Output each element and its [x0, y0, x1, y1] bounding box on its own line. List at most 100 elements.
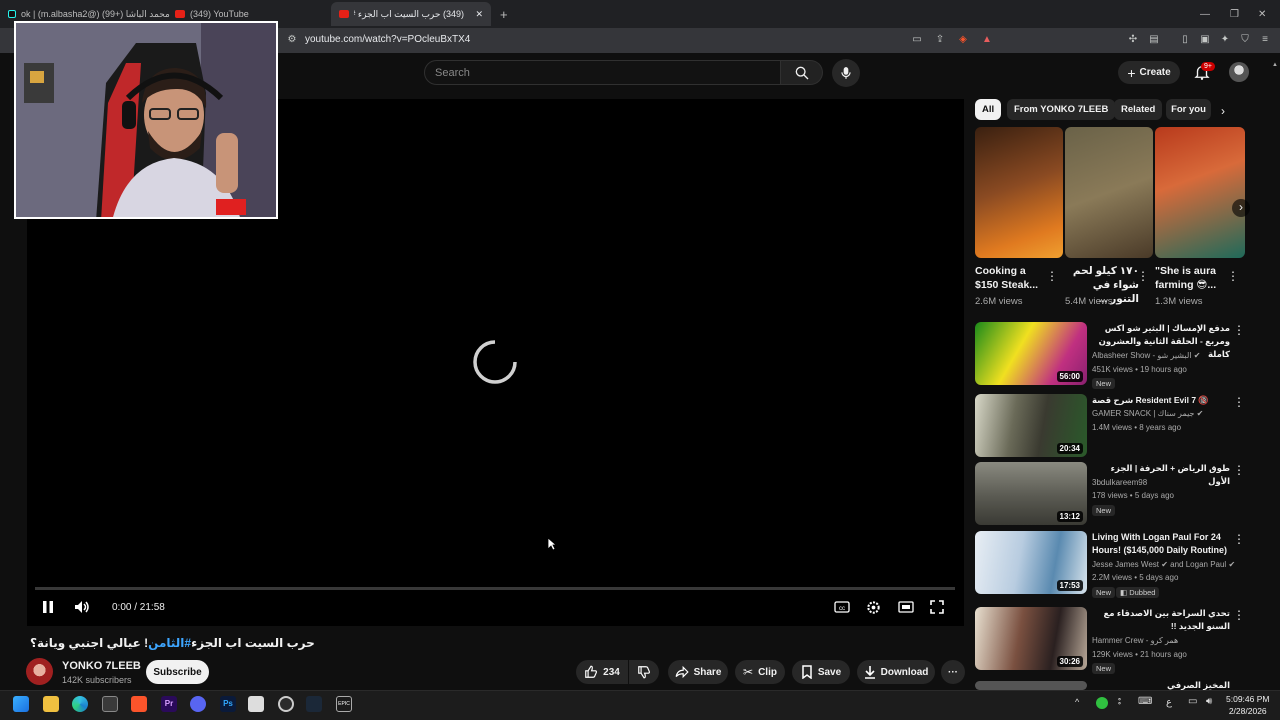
- store-icon[interactable]: [102, 696, 118, 712]
- video-channel[interactable]: Hammer Crew - همر كرو: [1092, 636, 1178, 645]
- video-title[interactable]: تحدي السراحة بين الاصدقاء مع السنو الجدي…: [1092, 607, 1230, 633]
- reader-icon[interactable]: ▤: [1148, 34, 1160, 46]
- page-scrollbar[interactable]: ▲: [1270, 60, 1278, 690]
- share-page-icon[interactable]: ⇪: [934, 34, 946, 46]
- video-menu-icon[interactable]: ⋮: [1233, 464, 1245, 476]
- search-input[interactable]: Search: [424, 60, 781, 85]
- create-button[interactable]: + Create: [1118, 61, 1180, 84]
- shorts-next-arrow-icon[interactable]: ›: [1232, 199, 1250, 217]
- settings-button[interactable]: [866, 600, 882, 614]
- video-title[interactable]: Living With Logan Paul For 24 Hours! ($1…: [1092, 531, 1230, 557]
- tray-mic-icon[interactable]: ⦂: [1118, 696, 1121, 707]
- short-menu-icon[interactable]: ⋮: [1137, 270, 1149, 282]
- short-title[interactable]: Cooking a $150 Steak...: [975, 264, 1049, 292]
- epic-games-icon[interactable]: EPIC: [336, 696, 352, 712]
- brave-icon[interactable]: [131, 696, 147, 712]
- channel-avatar[interactable]: [26, 658, 53, 685]
- video-thumbnail[interactable]: 17:53: [975, 531, 1087, 594]
- edge-icon[interactable]: [72, 696, 88, 712]
- progress-bar[interactable]: [35, 587, 955, 590]
- subtitles-button[interactable]: cc: [834, 600, 850, 614]
- video-thumbnail[interactable]: [975, 681, 1087, 690]
- obs-icon[interactable]: [278, 696, 294, 712]
- save-button[interactable]: Save: [792, 660, 850, 684]
- channel-name[interactable]: YONKO 7LEEB: [62, 660, 141, 672]
- chip-all[interactable]: All: [975, 99, 1002, 120]
- chip-for-you[interactable]: For you: [1166, 99, 1211, 120]
- video-menu-icon[interactable]: ⋮: [1233, 324, 1245, 336]
- photoshop-icon[interactable]: Ps: [220, 696, 236, 712]
- taskbar-clock[interactable]: 5:09:46 PM 2/28/2026: [1226, 693, 1269, 717]
- share-button[interactable]: Share: [668, 660, 728, 684]
- chip-from-channel[interactable]: From YONKO 7LEEB: [1007, 99, 1116, 120]
- search-button[interactable]: [781, 60, 823, 85]
- video-menu-icon[interactable]: ⋮: [1233, 396, 1245, 408]
- brave-shield-icon[interactable]: ◈: [957, 34, 969, 46]
- video-thumbnail[interactable]: 56:00: [975, 322, 1087, 385]
- theater-mode-button[interactable]: [898, 600, 914, 614]
- cast-icon[interactable]: ▭: [911, 34, 923, 46]
- premiere-icon[interactable]: Pr: [161, 696, 177, 712]
- video-thumbnail[interactable]: 13:12: [975, 462, 1087, 525]
- like-button[interactable]: 234: [576, 660, 628, 684]
- video-meta: 451K views • 19 hours ago: [1092, 365, 1187, 374]
- short-menu-icon[interactable]: ⋮: [1227, 270, 1239, 282]
- maximize-button[interactable]: ❐: [1230, 4, 1239, 24]
- close-window-button[interactable]: ✕: [1258, 4, 1266, 24]
- clip-button[interactable]: ✂ Clip: [735, 660, 785, 684]
- subscribe-button[interactable]: Subscribe: [146, 660, 209, 684]
- keyboard-icon[interactable]: ⌨: [1138, 696, 1152, 707]
- video-channel[interactable]: Albasheer Show - البشير شو ✔: [1092, 351, 1200, 360]
- video-title[interactable]: المخيز الصرفي: [1092, 679, 1230, 690]
- tray-overflow-icon[interactable]: ^: [1075, 697, 1079, 707]
- scroll-up-icon[interactable]: ▲: [1272, 62, 1278, 68]
- voice-search-button[interactable]: [832, 59, 860, 87]
- tab-youtube-video[interactable]: (349) حرب السيت اب الجزء #الثامن ✕: [331, 2, 491, 26]
- network-icon[interactable]: ▭: [1188, 696, 1197, 707]
- site-info-icon[interactable]: ⚙: [286, 34, 298, 46]
- extensions-icon[interactable]: ✣: [1127, 34, 1139, 46]
- hashtag-link[interactable]: #الثامن: [148, 636, 191, 650]
- editor-app-icon[interactable]: [248, 696, 264, 712]
- tray-app-icon[interactable]: [1096, 697, 1108, 709]
- video-channel[interactable]: Jesse James West ✔ and Logan Paul ✔: [1092, 560, 1235, 569]
- sidebar-icon[interactable]: ▯: [1179, 34, 1191, 46]
- brave-rewards-icon[interactable]: ▲: [981, 34, 993, 46]
- wallet-icon[interactable]: ▣: [1199, 34, 1211, 46]
- fullscreen-button[interactable]: [930, 600, 946, 614]
- download-button[interactable]: Download: [857, 660, 935, 684]
- short-title[interactable]: "She is aura farming 😎...: [1155, 264, 1229, 292]
- close-tab-icon[interactable]: ✕: [475, 9, 483, 20]
- video-channel[interactable]: 3bdulkareem98: [1092, 478, 1147, 487]
- leo-ai-icon[interactable]: ✦: [1219, 34, 1231, 46]
- steam-icon[interactable]: [306, 696, 322, 712]
- menu-icon[interactable]: ≡: [1259, 34, 1271, 46]
- new-tab-button[interactable]: +: [500, 4, 508, 24]
- short-thumbnail[interactable]: [1065, 127, 1153, 258]
- video-channel[interactable]: GAMER SNACK | جيمر سناك ✔: [1092, 409, 1203, 418]
- short-thumbnail[interactable]: [1155, 127, 1245, 258]
- volume-button[interactable]: [74, 600, 90, 614]
- url-field[interactable]: youtube.com/watch?v=POcleuBxTX4: [305, 34, 470, 45]
- input-language[interactable]: ع: [1166, 697, 1172, 708]
- video-title[interactable]: شرح قصة Resident Evil 7 🔞: [1092, 394, 1230, 407]
- windows-start-icon[interactable]: [13, 696, 29, 712]
- video-menu-icon[interactable]: ⋮: [1233, 533, 1245, 545]
- short-thumbnail[interactable]: [975, 127, 1063, 258]
- video-thumbnail[interactable]: 20:34: [975, 394, 1087, 457]
- video-menu-icon[interactable]: ⋮: [1233, 609, 1245, 621]
- more-actions-button[interactable]: ···: [941, 660, 965, 684]
- pause-button[interactable]: [41, 600, 57, 614]
- chip-related[interactable]: Related: [1114, 99, 1163, 120]
- account-avatar[interactable]: [1229, 62, 1249, 82]
- file-explorer-icon[interactable]: [43, 696, 59, 712]
- video-thumbnail[interactable]: 30:26: [975, 607, 1087, 670]
- verified-icon: ✔: [1161, 560, 1168, 569]
- dislike-button[interactable]: [629, 660, 659, 684]
- speaker-icon[interactable]: 🔊︎: [1206, 696, 1212, 707]
- discord-icon[interactable]: [190, 696, 206, 712]
- minimize-button[interactable]: —: [1200, 4, 1210, 24]
- chips-next-arrow-icon[interactable]: ›: [1221, 104, 1225, 118]
- vpn-icon[interactable]: ⛉: [1239, 34, 1251, 46]
- short-menu-icon[interactable]: ⋮: [1046, 270, 1058, 282]
